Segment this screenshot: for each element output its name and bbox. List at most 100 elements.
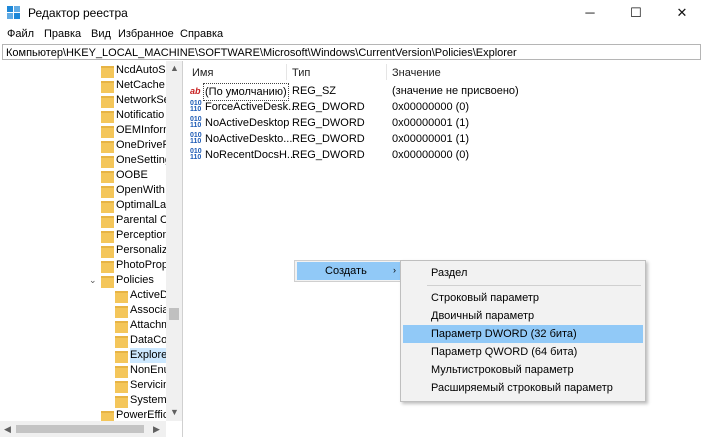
value-row[interactable]: 010 110 NoActiveDeskto... REG_DWORD 0x000000… bbox=[186, 131, 705, 147]
maximize-button[interactable]: ☐ bbox=[613, 0, 659, 26]
tree-item[interactable]: OptimalLay bbox=[0, 198, 172, 213]
tree-item[interactable]: NcdAutoSe bbox=[0, 63, 172, 78]
scroll-up-icon[interactable]: ▲ bbox=[170, 63, 179, 73]
tree-item[interactable]: Attachm bbox=[0, 318, 170, 333]
menu-file[interactable]: Файл bbox=[7, 28, 34, 40]
submenu-item-label: Мультистроковый параметр bbox=[431, 364, 574, 376]
tree-item[interactable]: System bbox=[0, 393, 167, 408]
value-type: REG_SZ bbox=[292, 85, 337, 97]
tree-item[interactable]: OneSetting bbox=[0, 153, 171, 168]
folder-icon bbox=[115, 291, 128, 303]
menu-help[interactable]: Справка bbox=[180, 28, 223, 40]
column-divider[interactable] bbox=[286, 64, 287, 80]
folder-icon bbox=[115, 306, 128, 318]
folder-icon bbox=[101, 186, 114, 198]
folder-icon bbox=[101, 201, 114, 213]
binary-value-icon: 010 110 bbox=[190, 116, 202, 129]
tree-horizontal-scroll-thumb[interactable] bbox=[16, 425, 144, 433]
minimize-button[interactable]: ─ bbox=[567, 0, 613, 26]
tree-item[interactable]: OOBE bbox=[0, 168, 166, 183]
tree-item[interactable]: PhotoPropo bbox=[0, 258, 174, 273]
value-name: NoActiveDeskto... bbox=[205, 133, 293, 145]
column-divider[interactable] bbox=[386, 64, 387, 80]
tree-item-label: Attachm bbox=[130, 319, 171, 331]
tree-item-label: OneSetting bbox=[116, 154, 172, 166]
folder-icon bbox=[101, 276, 114, 288]
tree-vertical-scroll-thumb[interactable] bbox=[169, 308, 179, 320]
submenu-item-label: Раздел bbox=[431, 267, 468, 279]
submenu-item[interactable]: Параметр QWORD (64 бита) bbox=[403, 343, 643, 361]
submenu-arrow-icon: › bbox=[393, 265, 396, 275]
folder-icon bbox=[101, 231, 114, 243]
tree-item-label: OptimalLay bbox=[116, 199, 172, 211]
submenu-item[interactable]: Двоичный параметр bbox=[403, 307, 643, 325]
value-row[interactable]: ab (По умолчанию) REG_SZ (значение не присв… bbox=[186, 83, 705, 101]
folder-icon bbox=[115, 336, 128, 348]
tree-item[interactable]: NonEnu bbox=[0, 363, 170, 378]
folder-icon bbox=[101, 246, 114, 258]
folder-icon bbox=[101, 126, 114, 138]
folder-icon bbox=[101, 66, 114, 78]
scroll-left-icon[interactable]: ◀ bbox=[4, 424, 11, 435]
expand-chevron-icon[interactable]: ⌄ bbox=[89, 273, 99, 288]
value-row[interactable]: 010 110 NoActiveDesktop REG_DWORD 0x00000001… bbox=[186, 115, 705, 131]
binary-value-icon: 010 110 bbox=[190, 132, 202, 145]
submenu-item[interactable]: Мультистроковый параметр bbox=[403, 361, 643, 379]
menu-view[interactable]: Вид bbox=[91, 28, 111, 40]
tree-item[interactable]: Parental Co bbox=[0, 213, 174, 228]
string-value-icon: ab bbox=[190, 86, 201, 96]
column-header-value[interactable]: Значение bbox=[392, 67, 441, 79]
tree-item-label: NcdAutoSe bbox=[116, 64, 172, 76]
value-value: (значение не присвоено) bbox=[392, 85, 519, 97]
menu-bar: Файл Правка Вид Избранное Справка bbox=[0, 26, 705, 44]
tree-item-label: Policies bbox=[116, 274, 154, 286]
tree-item[interactable]: OpenWith bbox=[0, 183, 166, 198]
tree-item-label: System bbox=[130, 394, 167, 406]
tree-item[interactable]: OneDriveRa bbox=[0, 138, 177, 153]
tree-horizontal-scrollbar[interactable]: ◀ ▶ bbox=[0, 421, 166, 437]
column-header-type[interactable]: Тип bbox=[292, 67, 310, 79]
tree-item[interactable]: NetworkSe bbox=[0, 93, 170, 108]
scroll-down-icon[interactable]: ▼ bbox=[170, 407, 179, 417]
menu-separator bbox=[427, 285, 641, 286]
folder-icon bbox=[115, 321, 128, 333]
close-button[interactable]: ✕ bbox=[659, 0, 705, 26]
folder-icon bbox=[101, 81, 114, 93]
create-submenu: Раздел Строковый параметр Двоичный парамет… bbox=[400, 260, 646, 402]
tree-item[interactable]: NetCache bbox=[0, 78, 166, 93]
scroll-right-icon[interactable]: ▶ bbox=[153, 424, 160, 435]
tree-item[interactable]: DataColl bbox=[0, 333, 172, 348]
tree-vertical-scrollbar[interactable]: ▲ ▼ bbox=[166, 61, 182, 421]
address-bar[interactable]: Компьютер\HKEY_LOCAL_MACHINE\SOFTWARE\Mi… bbox=[2, 44, 701, 60]
tree-item-label: Personaliza bbox=[116, 244, 174, 256]
folder-icon bbox=[115, 366, 128, 378]
folder-icon bbox=[101, 111, 114, 123]
submenu-item[interactable]: Параметр DWORD (32 бита) bbox=[403, 325, 643, 343]
context-menu-create-label: Создать bbox=[325, 265, 367, 277]
tree-item[interactable]: Servicing bbox=[0, 378, 175, 393]
close-icon: ✕ bbox=[676, 5, 688, 20]
tree-item[interactable]: ActiveDe bbox=[0, 288, 174, 303]
folder-icon bbox=[101, 156, 114, 168]
value-value: 0x00000001 (1) bbox=[392, 133, 470, 145]
maximize-icon: ☐ bbox=[630, 5, 642, 20]
value-row[interactable]: 010 110 ForceActiveDesk... REG_DWORD 0x00000… bbox=[186, 99, 705, 115]
tree-item[interactable]: OEMInform bbox=[0, 123, 172, 138]
submenu-item[interactable]: Раздел bbox=[403, 264, 643, 282]
tree-item[interactable]: Associat bbox=[0, 303, 172, 318]
submenu-item[interactable]: Строковый параметр bbox=[403, 289, 643, 307]
tree-item[interactable]: Notificatio bbox=[0, 108, 166, 123]
menu-edit[interactable]: Правка bbox=[44, 28, 81, 40]
submenu-item[interactable]: Расширяемый строковый параметр bbox=[403, 379, 643, 397]
binary-value-icon: 010 110 bbox=[190, 100, 202, 113]
tree-item[interactable]: Explorer bbox=[0, 348, 171, 363]
menu-favorites[interactable]: Избранное bbox=[118, 28, 174, 40]
value-row[interactable]: 010 110 NoRecentDocsH... REG_DWORD 0x0000000… bbox=[186, 147, 705, 163]
submenu-item-label: Параметр DWORD (32 бита) bbox=[431, 328, 577, 340]
tree-item[interactable]: PerceptionS bbox=[0, 228, 176, 243]
tree-item-label: OEMInform bbox=[116, 124, 173, 136]
column-header-name[interactable]: Имя bbox=[192, 67, 213, 79]
folder-icon bbox=[101, 96, 114, 108]
tree-item[interactable]: Personaliza bbox=[0, 243, 173, 258]
tree-item[interactable]: ⌄ Policies bbox=[0, 273, 166, 288]
